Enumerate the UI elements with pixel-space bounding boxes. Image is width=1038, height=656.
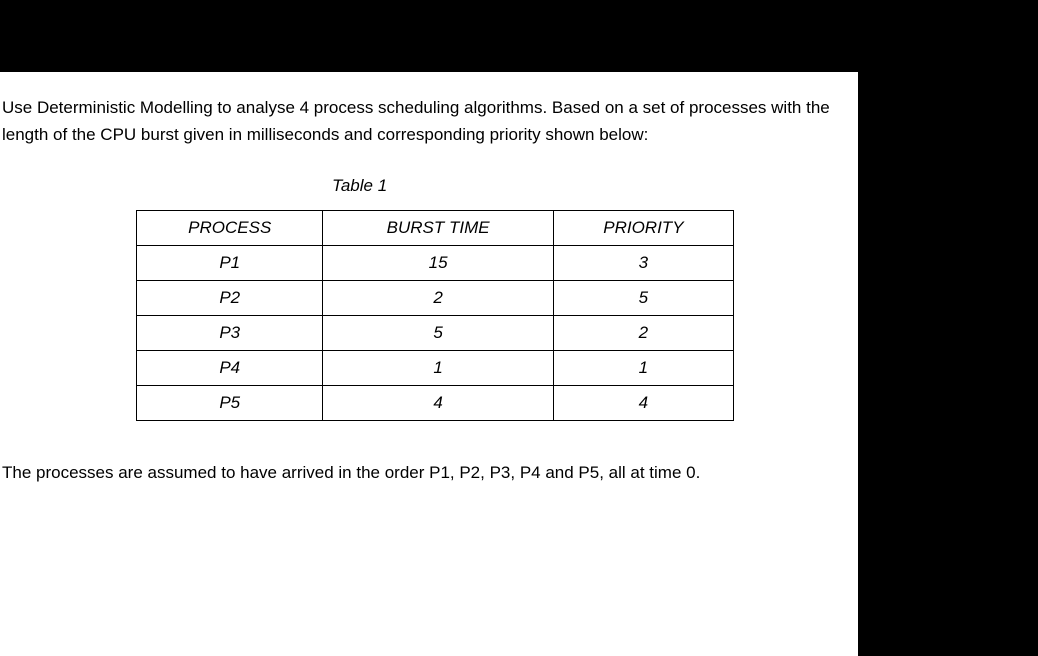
cell-priority: 2 [553, 316, 733, 351]
cell-burst: 15 [323, 246, 553, 281]
intro-paragraph: Use Deterministic Modelling to analyse 4… [0, 94, 858, 148]
cell-burst: 2 [323, 281, 553, 316]
cell-burst: 1 [323, 351, 553, 386]
table-row: P2 2 5 [137, 281, 734, 316]
cell-priority: 1 [553, 351, 733, 386]
table-row: P3 5 2 [137, 316, 734, 351]
cell-priority: 5 [553, 281, 733, 316]
table-header-row: PROCESS BURST TIME PRIORITY [137, 211, 734, 246]
table-caption: Table 1 [332, 176, 858, 196]
outro-paragraph: The processes are assumed to have arrive… [2, 459, 858, 486]
cell-burst: 5 [323, 316, 553, 351]
cell-priority: 4 [553, 386, 733, 421]
cell-process: P2 [137, 281, 323, 316]
table-row: P4 1 1 [137, 351, 734, 386]
header-priority: PRIORITY [553, 211, 733, 246]
header-burst: BURST TIME [323, 211, 553, 246]
cell-priority: 3 [553, 246, 733, 281]
cell-burst: 4 [323, 386, 553, 421]
header-process: PROCESS [137, 211, 323, 246]
cell-process: P1 [137, 246, 323, 281]
process-table: PROCESS BURST TIME PRIORITY P1 15 3 P2 2… [136, 210, 734, 421]
table-row: P5 4 4 [137, 386, 734, 421]
cell-process: P5 [137, 386, 323, 421]
table-row: P1 15 3 [137, 246, 734, 281]
document-page: Use Deterministic Modelling to analyse 4… [0, 72, 858, 656]
cell-process: P4 [137, 351, 323, 386]
cell-process: P3 [137, 316, 323, 351]
